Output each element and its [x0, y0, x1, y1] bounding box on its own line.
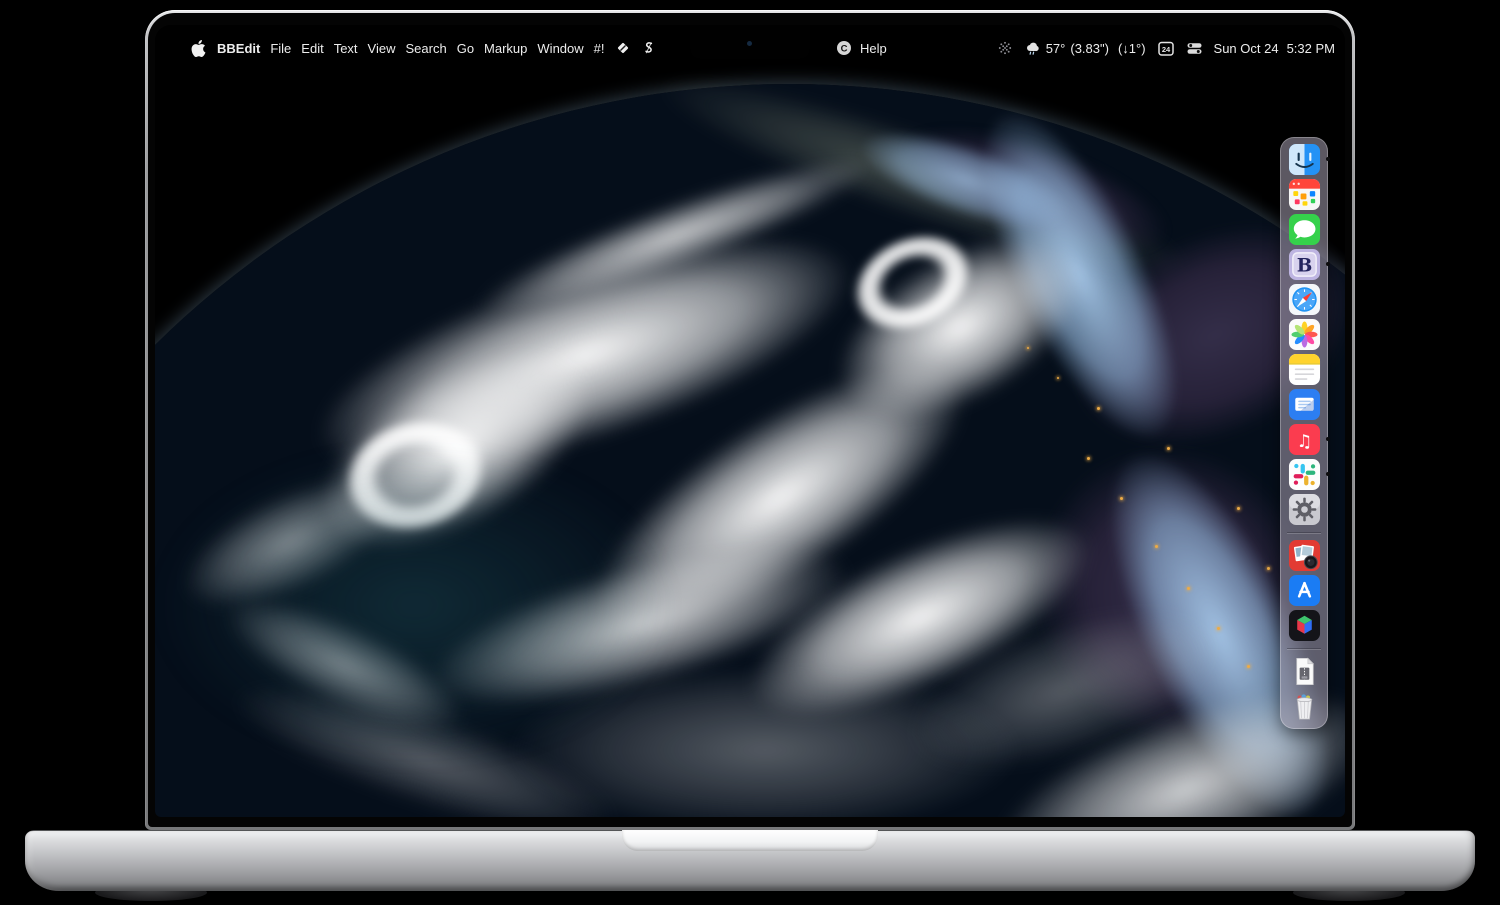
circle-c-menu-icon: C [836, 40, 852, 56]
dock-item-system-settings[interactable] [1288, 493, 1321, 526]
menu-text[interactable]: Text [329, 37, 363, 59]
photos-icon [1288, 318, 1321, 351]
dock-separator [1287, 648, 1321, 649]
bbedit-icon: B [1288, 248, 1321, 281]
apple-logo-icon [190, 40, 207, 57]
menu-markup[interactable]: Markup [479, 37, 532, 59]
app-menu-bbedit[interactable]: BBEdit [212, 37, 265, 59]
rain-cloud-icon [1024, 40, 1041, 56]
calendar-status[interactable]: 24 [1157, 40, 1175, 57]
svg-text:♫: ♫ [1296, 432, 1312, 452]
system-settings-icon [1288, 493, 1321, 526]
svg-text:24: 24 [1161, 44, 1170, 53]
document-file-icon [1288, 655, 1321, 688]
menu-file[interactable]: File [265, 37, 296, 59]
menu-window[interactable]: Window [532, 37, 588, 59]
laptop-lid: BBEdit File Edit Text View Search Go Mar… [145, 10, 1355, 830]
dock-item-messages[interactable] [1288, 213, 1321, 246]
weather-temperature: 57° [1046, 41, 1066, 56]
menu-circle-c[interactable]: C [831, 37, 857, 59]
clock-time: 5:32 PM [1287, 41, 1335, 56]
dock-separator [1287, 532, 1321, 533]
dock-item-slack[interactable] [1288, 458, 1321, 491]
weather-temp-change: (↓1°) [1118, 41, 1146, 56]
dock-item-notes[interactable] [1288, 353, 1321, 386]
lid-thumb-scoop [622, 830, 878, 851]
dock-item-calendar-app[interactable] [1288, 178, 1321, 211]
clippings-diamond-icon [615, 40, 631, 56]
dock-item-photo-camera-app[interactable] [1288, 539, 1321, 572]
menu-search[interactable]: Search [401, 37, 452, 59]
running-indicator [1326, 262, 1330, 266]
svg-text:C: C [841, 43, 848, 54]
cube-app-icon [1288, 609, 1321, 642]
photo-camera-app-icon [1288, 539, 1321, 572]
finder-icon [1288, 143, 1321, 176]
dock-item-cube-app[interactable] [1288, 609, 1321, 642]
menu-view[interactable]: View [363, 37, 401, 59]
clock-date: Sun Oct 24 [1214, 41, 1279, 56]
dock-item-bbedit[interactable]: B [1288, 248, 1321, 281]
dock-item-document[interactable] [1288, 655, 1321, 688]
mail-icon [1288, 388, 1321, 421]
running-indicator [1326, 437, 1330, 441]
running-indicator [1326, 157, 1330, 161]
menu-bar: BBEdit File Edit Text View Search Go Mar… [155, 33, 1345, 63]
dock-item-finder[interactable] [1288, 143, 1321, 176]
dock-item-photos[interactable] [1288, 318, 1321, 351]
svg-text:B: B [1296, 255, 1312, 276]
menu-bar-status-area: 57° (3.83") (↓1°) 24 [997, 33, 1335, 63]
weather-precipitation: (3.83") [1070, 41, 1109, 56]
safari-icon [1288, 283, 1321, 316]
messages-icon [1288, 213, 1321, 246]
apple-menu[interactable] [185, 37, 212, 59]
music-icon: ♫ [1288, 423, 1321, 456]
screen-bezel: BBEdit File Edit Text View Search Go Mar… [148, 13, 1352, 827]
calendar-icon: 24 [1157, 40, 1175, 57]
menu-go[interactable]: Go [452, 37, 479, 59]
weather-status[interactable]: 57° (3.83") (↓1°) [1024, 40, 1146, 56]
dock-item-music[interactable]: ♫ [1288, 423, 1321, 456]
dock-item-safari[interactable] [1288, 283, 1321, 316]
dotted-circle-status[interactable] [997, 40, 1013, 56]
app-store-icon [1288, 574, 1321, 607]
display: BBEdit File Edit Text View Search Go Mar… [155, 25, 1345, 817]
calendar-app-icon [1288, 178, 1321, 211]
menu-edit[interactable]: Edit [296, 37, 328, 59]
notes-icon [1288, 353, 1321, 386]
dock-item-mail[interactable] [1288, 388, 1321, 421]
control-center-icon [1186, 41, 1203, 56]
running-indicator [1326, 472, 1330, 476]
applescript-icon [641, 40, 656, 56]
dotted-circle-icon [997, 40, 1013, 56]
menu-shebang[interactable]: #! [589, 37, 610, 59]
menu-scripts[interactable] [636, 37, 661, 59]
trash-full-icon [1288, 690, 1321, 723]
dock: B [1280, 137, 1328, 729]
dock-item-app-store[interactable] [1288, 574, 1321, 607]
slack-icon [1288, 458, 1321, 491]
menu-help[interactable]: Help [855, 37, 892, 59]
menu-clippings[interactable] [610, 37, 636, 59]
dock-item-trash[interactable] [1288, 690, 1321, 723]
clock[interactable]: Sun Oct 24 5:32 PM [1214, 41, 1335, 56]
control-center-status[interactable] [1186, 41, 1203, 56]
desktop-wallpaper [155, 25, 1345, 817]
